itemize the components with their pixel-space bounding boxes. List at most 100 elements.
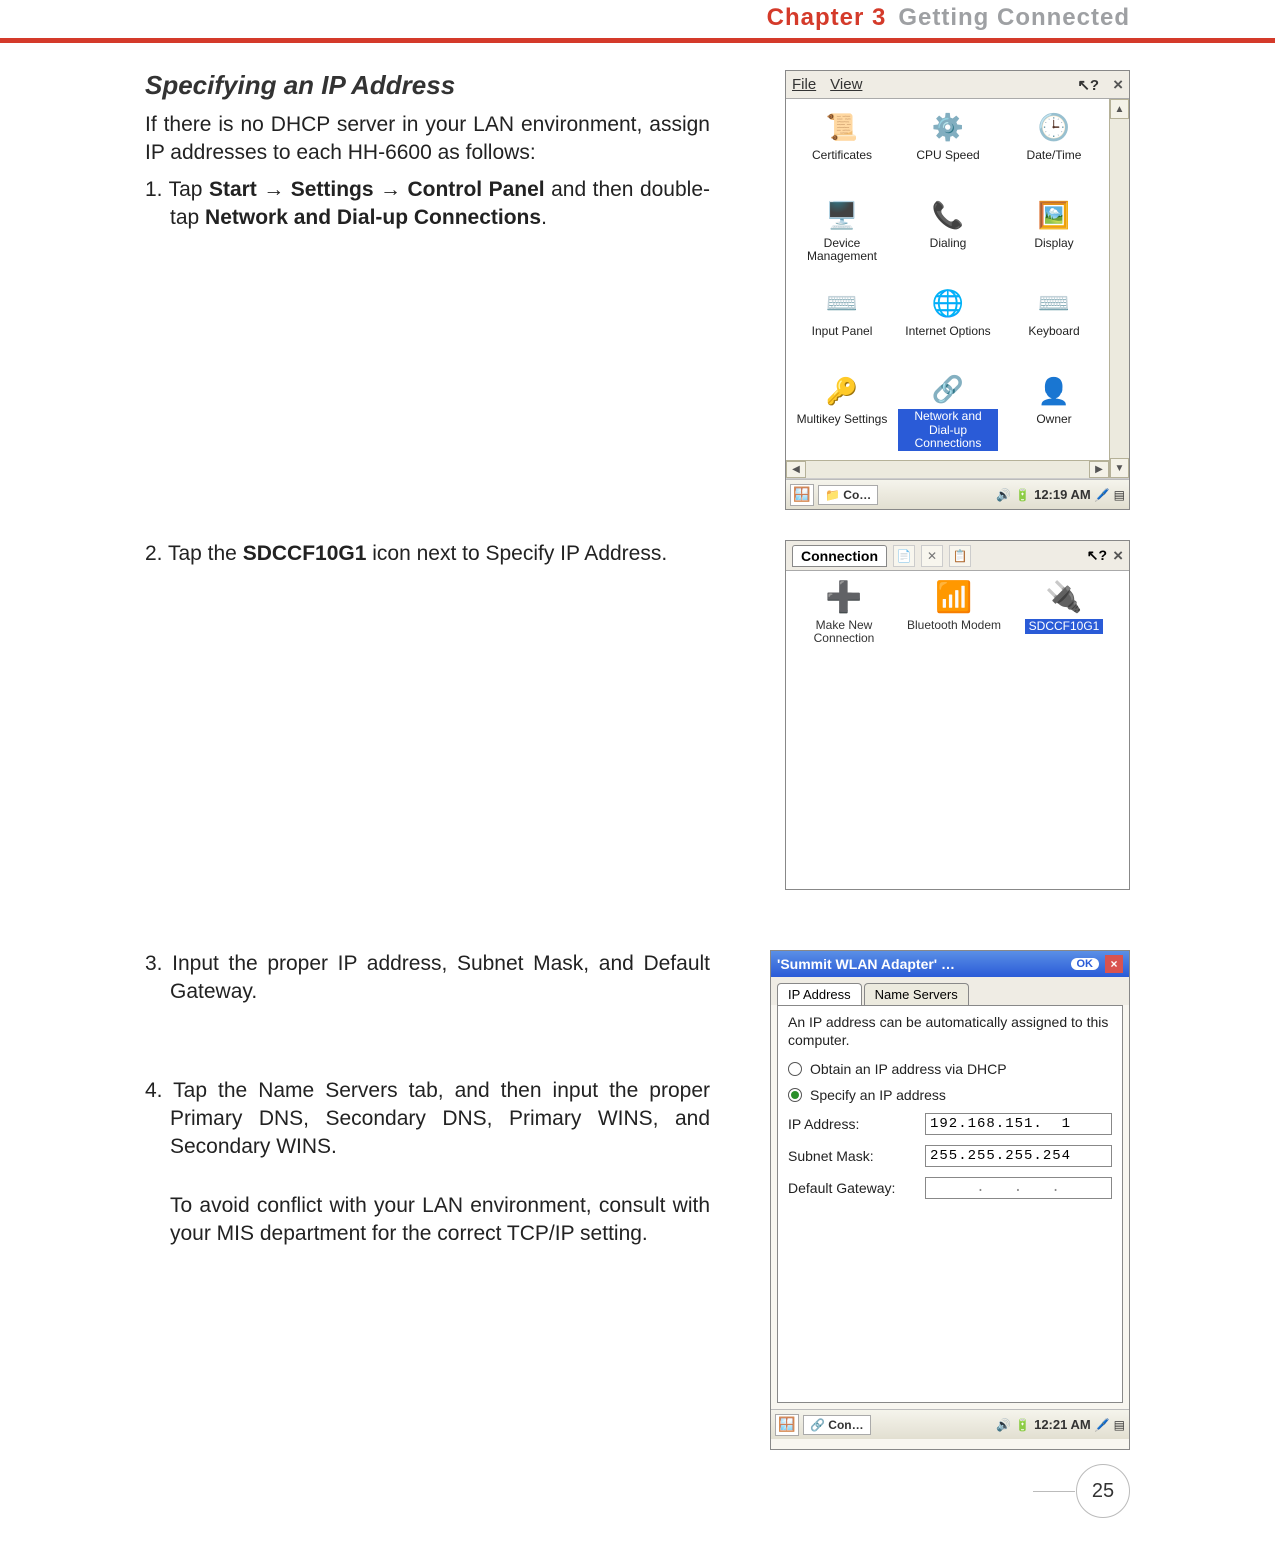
tab-ip-address[interactable]: IP Address bbox=[777, 983, 862, 1005]
cp-item-certificates[interactable]: 📜Certificates bbox=[790, 103, 894, 189]
screenshot-control-panel: File View ↖? × 📜Certificates ⚙️CPU Speed… bbox=[785, 70, 1130, 510]
label-default-gateway: Default Gateway: bbox=[788, 1180, 925, 1196]
cp-item-display[interactable]: 🖼️Display bbox=[1002, 191, 1106, 277]
conn-bluetooth-modem[interactable]: 📶Bluetooth Modem bbox=[902, 577, 1006, 645]
close-icon[interactable]: × bbox=[1113, 75, 1123, 95]
radio-specify[interactable]: Specify an IP address bbox=[788, 1087, 1112, 1103]
menubar: File View ↖? × bbox=[786, 71, 1129, 99]
cp-item-network-dialup[interactable]: 🔗Network and Dial-up Connections bbox=[896, 367, 1000, 453]
start-button[interactable]: 🪟 bbox=[790, 484, 814, 506]
globe-icon: 🌐 bbox=[928, 283, 968, 323]
taskbar-task[interactable]: 🔗 Con… bbox=[803, 1415, 871, 1435]
cp-item-owner[interactable]: 👤Owner bbox=[1002, 367, 1106, 453]
step-4: 4. Tap the Name Servers tab, and then in… bbox=[145, 1077, 710, 1162]
tray-icon[interactable]: 🔋 bbox=[1015, 1418, 1030, 1432]
bluetooth-icon: 📶 bbox=[934, 577, 974, 617]
radio-icon bbox=[788, 1062, 802, 1076]
keys-icon: 🔑 bbox=[822, 371, 862, 411]
tray-icon[interactable]: 🔊 bbox=[996, 488, 1011, 502]
cp-item-keyboard[interactable]: ⌨️Keyboard bbox=[1002, 279, 1106, 365]
step-4-note: To avoid conflict with your LAN environm… bbox=[145, 1192, 710, 1249]
system-tray: 🔊 🔋 12:19 AM 🖊️ ▤ bbox=[996, 487, 1125, 502]
step-1: 1. Tap Start → Settings → Control Panel … bbox=[145, 176, 710, 233]
screenshot-connections: Connection 📄 ✕ 📋 ↖? × ➕Make New Connecti… bbox=[785, 540, 1130, 890]
tab-pane: An IP address can be automatically assig… bbox=[777, 1005, 1123, 1403]
cp-item-dialing[interactable]: 📞Dialing bbox=[896, 191, 1000, 277]
connection-toolbar: Connection 📄 ✕ 📋 ↖? × bbox=[786, 541, 1129, 571]
taskbar: 🪟 🔗 Con… 🔊 🔋 12:21 AM 🖊️ ▤ bbox=[771, 1409, 1129, 1439]
tool-icon[interactable]: 📄 bbox=[893, 545, 915, 567]
owner-icon: 👤 bbox=[1034, 371, 1074, 411]
vertical-scrollbar[interactable]: ▲ ▼ bbox=[1109, 99, 1129, 478]
radio-icon bbox=[788, 1088, 802, 1102]
tab-name-servers[interactable]: Name Servers bbox=[864, 983, 969, 1005]
new-connection-icon: ➕ bbox=[824, 577, 864, 617]
header-rule bbox=[0, 38, 1275, 43]
adapter-icon: 🔌 bbox=[1044, 577, 1084, 617]
menu-view[interactable]: View bbox=[830, 76, 862, 93]
cp-item-input-panel[interactable]: ⌨️Input Panel bbox=[790, 279, 894, 365]
close-icon[interactable]: × bbox=[1113, 546, 1123, 566]
cp-item-multikey-settings[interactable]: 🔑Multikey Settings bbox=[790, 367, 894, 453]
scroll-left-icon[interactable]: ◀ bbox=[786, 461, 806, 478]
label-ip: IP Address: bbox=[788, 1116, 925, 1132]
taskbar: 🪟 📁 Co… 🔊 🔋 12:19 AM 🖊️ ▤ bbox=[786, 479, 1129, 509]
tray-icon[interactable]: ▤ bbox=[1114, 1418, 1125, 1432]
pane-note: An IP address can be automatically assig… bbox=[788, 1014, 1112, 1049]
phone-icon: 📞 bbox=[928, 195, 968, 235]
clock[interactable]: 12:21 AM bbox=[1034, 1417, 1091, 1432]
tray-icon[interactable]: 🔊 bbox=[996, 1418, 1011, 1432]
network-icon: 🔗 bbox=[928, 371, 968, 407]
help-icon[interactable]: ↖? bbox=[1087, 547, 1107, 564]
section-title: Specifying an IP Address bbox=[145, 70, 710, 101]
intro-text: If there is no DHCP server in your LAN e… bbox=[145, 111, 710, 168]
scroll-down-icon[interactable]: ▼ bbox=[1110, 458, 1129, 478]
dialog-title: 'Summit WLAN Adapter' … bbox=[777, 956, 955, 972]
conn-make-new[interactable]: ➕Make New Connection bbox=[792, 577, 896, 645]
clock[interactable]: 12:19 AM bbox=[1034, 487, 1091, 502]
input-subnet-mask[interactable] bbox=[925, 1145, 1112, 1167]
tray-icon[interactable]: 🔋 bbox=[1015, 488, 1030, 502]
horizontal-scrollbar[interactable]: ◀ ▶ bbox=[786, 460, 1109, 478]
system-tray: 🔊 🔋 12:21 AM 🖊️ ▤ bbox=[996, 1417, 1125, 1432]
help-icon[interactable]: ↖? bbox=[1077, 76, 1099, 94]
input-ip-address[interactable] bbox=[925, 1113, 1112, 1135]
chapter-number: Chapter 3 bbox=[767, 4, 887, 31]
input-default-gateway[interactable] bbox=[925, 1177, 1112, 1199]
page-number: 25 bbox=[1076, 1464, 1130, 1518]
dialog-title-bar: 'Summit WLAN Adapter' … OK × bbox=[771, 951, 1129, 977]
display-icon: 🖼️ bbox=[1034, 195, 1074, 235]
conn-sdccf10g1[interactable]: 🔌SDCCF10G1 bbox=[1012, 577, 1116, 645]
input-icon: ⌨️ bbox=[822, 283, 862, 323]
radio-dhcp[interactable]: Obtain an IP address via DHCP bbox=[788, 1061, 1112, 1077]
delete-icon[interactable]: ✕ bbox=[921, 545, 943, 567]
clock-icon: 🕒 bbox=[1034, 107, 1074, 147]
properties-icon[interactable]: 📋 bbox=[949, 545, 971, 567]
menu-file[interactable]: File bbox=[792, 76, 816, 93]
chapter-header: Chapter 3 Getting Connected bbox=[767, 4, 1130, 32]
tray-icon[interactable]: 🖊️ bbox=[1095, 488, 1110, 502]
ok-button[interactable]: OK bbox=[1071, 958, 1100, 970]
close-icon[interactable]: × bbox=[1105, 955, 1123, 973]
step-3: 3. Input the proper IP address, Subnet M… bbox=[145, 950, 710, 1007]
step-2: 2. Tap the SDCCF10G1 icon next to Specif… bbox=[145, 540, 710, 568]
certificate-icon: 📜 bbox=[822, 107, 862, 147]
cp-item-date-time[interactable]: 🕒Date/Time bbox=[1002, 103, 1106, 189]
tab-strip: IP Address Name Servers bbox=[771, 977, 1129, 1005]
scroll-right-icon[interactable]: ▶ bbox=[1089, 461, 1109, 478]
chapter-title: Getting Connected bbox=[898, 4, 1130, 31]
keyboard-icon: ⌨️ bbox=[1034, 283, 1074, 323]
label-subnet-mask: Subnet Mask: bbox=[788, 1148, 925, 1164]
screenshot-ip-settings: 'Summit WLAN Adapter' … OK × IP Address … bbox=[770, 950, 1130, 1450]
tray-icon[interactable]: ▤ bbox=[1114, 488, 1125, 502]
start-button[interactable]: 🪟 bbox=[775, 1414, 799, 1436]
device-icon: 🖥️ bbox=[822, 195, 862, 235]
cp-item-cpu-speed[interactable]: ⚙️CPU Speed bbox=[896, 103, 1000, 189]
cp-item-device-management[interactable]: 🖥️Device Management bbox=[790, 191, 894, 277]
cp-item-internet-options[interactable]: 🌐Internet Options bbox=[896, 279, 1000, 365]
tab-connection[interactable]: Connection bbox=[792, 545, 887, 567]
taskbar-task[interactable]: 📁 Co… bbox=[818, 485, 878, 505]
cpu-icon: ⚙️ bbox=[928, 107, 968, 147]
scroll-up-icon[interactable]: ▲ bbox=[1110, 99, 1129, 119]
tray-icon[interactable]: 🖊️ bbox=[1095, 1418, 1110, 1432]
